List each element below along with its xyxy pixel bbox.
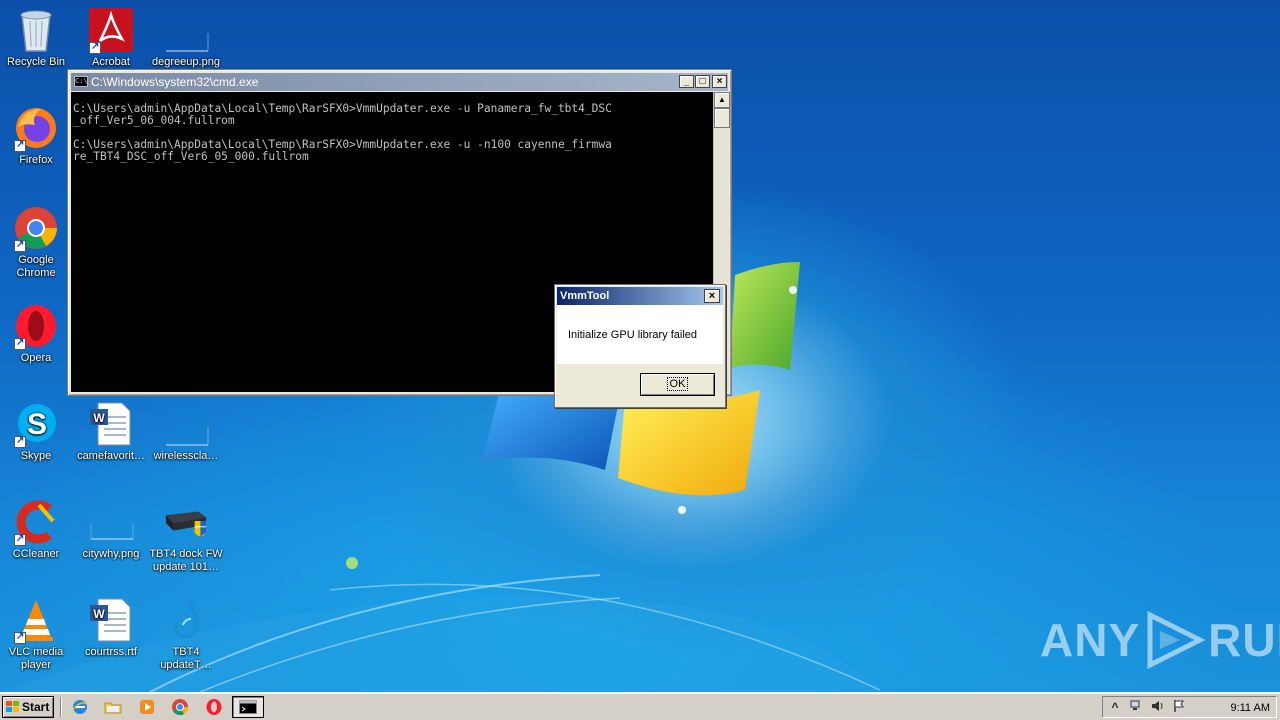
shortcut-arrow-icon — [14, 238, 26, 252]
desktop-icon-firefox[interactable]: Firefox — [0, 104, 74, 167]
desktop-icon-label: Skype — [20, 450, 52, 462]
cmd-title: C:\Windows\system32\cmd.exe — [91, 75, 259, 89]
desktop-icon-label: degreeup.png — [152, 56, 220, 68]
console-line: _off_Ver5_06_004.fullrom — [73, 114, 235, 127]
desktop-icon-label: Firefox — [19, 154, 53, 166]
chrome-icon — [12, 204, 60, 252]
desktop: Recycle Bin Firefox Google Chrome Opera … — [0, 0, 1280, 692]
dialog-close-button[interactable]: × — [704, 289, 720, 303]
opera-icon — [12, 302, 60, 350]
dialog-titlebar[interactable]: VmmTool × — [557, 287, 723, 305]
desktop-icon-label: Google Chrome — [16, 254, 56, 279]
play-triangle-icon — [1147, 611, 1206, 669]
word-document-icon: W — [87, 596, 135, 644]
opera-icon[interactable] — [204, 697, 224, 717]
action-center-flag-icon[interactable] — [1171, 699, 1187, 715]
desktop-icon-label: courtrss.rtf — [85, 646, 137, 658]
desktop-icon-label: Recycle Bin — [6, 56, 66, 68]
shortcut-arrow-icon — [14, 138, 26, 152]
cmd-icon — [239, 700, 257, 714]
svg-text:S: S — [27, 408, 47, 441]
svg-text:W: W — [93, 411, 105, 425]
desktop-icon-skype[interactable]: S Skype — [0, 400, 74, 463]
cmd-titlebar[interactable]: C:\ C:\Windows\system32\cmd.exe _ □ × — [71, 73, 728, 91]
firefox-icon — [12, 104, 60, 152]
image-file-icon — [162, 400, 210, 448]
desktop-icon-camefavorit[interactable]: W camefavorit… — [73, 400, 149, 463]
water-drop-icon — [162, 596, 210, 644]
ok-button-label: OK — [666, 377, 689, 391]
desktop-icon-label: Acrobat — [92, 56, 130, 68]
acrobat-icon — [87, 6, 135, 54]
recycle-bin-icon — [12, 6, 60, 54]
desktop-icon-courtrss[interactable]: W courtrss.rtf — [73, 596, 149, 659]
volume-icon[interactable] — [1149, 699, 1165, 715]
desktop-icon-label: TBT4 updateT… — [160, 646, 212, 671]
watermark-text-right: RUN — [1208, 614, 1280, 666]
shortcut-arrow-icon — [14, 336, 26, 350]
desktop-icon-label: CCleaner — [12, 548, 60, 560]
desktop-icon-label: citywhy.png — [82, 548, 140, 560]
watermark-text-left: ANY — [1040, 614, 1141, 666]
console-line: re_TBT4_DSC_off_Ver6_05_000.fullrom — [73, 150, 309, 163]
shortcut-arrow-icon — [14, 532, 26, 546]
taskbar-separator — [60, 697, 62, 717]
desktop-icon-wirelesscla[interactable]: wirelesscla… — [148, 400, 224, 463]
ccleaner-icon — [12, 498, 60, 546]
minimize-button[interactable]: _ — [679, 75, 694, 88]
system-tray: ^ 9:11 AM — [1102, 696, 1277, 718]
chrome-icon[interactable] — [170, 697, 190, 717]
vlc-icon — [12, 596, 60, 644]
explorer-icon[interactable] — [103, 697, 123, 717]
desktop-icon-label: TBT4 dock FW update 101… — [149, 548, 223, 573]
taskbar: Start ^ 9:11 AM — [0, 692, 1280, 720]
desktop-icon-label: VLC media player — [8, 646, 64, 671]
desktop-icon-degreeup[interactable]: degreeup.png — [148, 6, 224, 69]
dialog-title: VmmTool — [560, 290, 610, 302]
dialog-content: Initialize GPU library failed — [557, 305, 723, 364]
desktop-icon-citywhy[interactable]: citywhy.png — [73, 498, 149, 561]
taskbar-cmd-button[interactable] — [232, 696, 264, 718]
desktop-icon-recycle-bin[interactable]: Recycle Bin — [0, 6, 74, 69]
clock[interactable]: 9:11 AM — [1230, 700, 1270, 716]
desktop-icon-label: Opera — [20, 352, 52, 364]
dialog-message: Initialize GPU library failed — [568, 329, 697, 341]
start-label: Start — [22, 700, 50, 714]
network-icon[interactable] — [1127, 699, 1143, 715]
tray-expand-icon[interactable]: ^ — [1107, 699, 1123, 715]
scroll-up-icon[interactable]: ▲ — [714, 92, 730, 108]
desktop-icon-label: camefavorit… — [77, 450, 145, 462]
desktop-icon-tbt4-update[interactable]: TBT4 updateT… — [148, 596, 224, 672]
media-player-icon[interactable] — [137, 697, 157, 717]
image-file-icon — [87, 498, 135, 546]
shortcut-arrow-icon — [14, 630, 26, 644]
shortcut-arrow-icon — [89, 40, 101, 54]
installer-icon — [162, 498, 210, 546]
cmd-icon: C:\ — [74, 76, 88, 87]
close-button[interactable]: × — [712, 75, 727, 88]
skype-icon: S — [12, 400, 60, 448]
ok-button[interactable]: OK — [640, 373, 715, 396]
desktop-icon-vlc[interactable]: VLC media player — [0, 596, 74, 672]
windows-flag-icon — [6, 701, 19, 712]
desktop-icon-chrome[interactable]: Google Chrome — [0, 204, 74, 280]
desktop-icon-tbt4-dock[interactable]: TBT4 dock FW update 101… — [148, 498, 224, 574]
desktop-icon-opera[interactable]: Opera — [0, 302, 74, 365]
scroll-thumb[interactable] — [714, 108, 730, 128]
word-document-icon: W — [87, 400, 135, 448]
start-button[interactable]: Start — [2, 696, 54, 718]
ie-icon[interactable] — [70, 697, 90, 717]
anyrun-watermark: ANY RUN — [1040, 610, 1280, 670]
vmmtool-dialog[interactable]: VmmTool × Initialize GPU library failed … — [554, 284, 726, 408]
svg-text:W: W — [93, 607, 105, 621]
desktop-icon-label: wirelesscla… — [153, 450, 219, 462]
maximize-button[interactable]: □ — [695, 75, 710, 88]
desktop-icon-acrobat[interactable]: Acrobat — [73, 6, 149, 69]
image-file-icon — [162, 6, 210, 54]
shortcut-arrow-icon — [14, 434, 26, 448]
desktop-icon-ccleaner[interactable]: CCleaner — [0, 498, 74, 561]
